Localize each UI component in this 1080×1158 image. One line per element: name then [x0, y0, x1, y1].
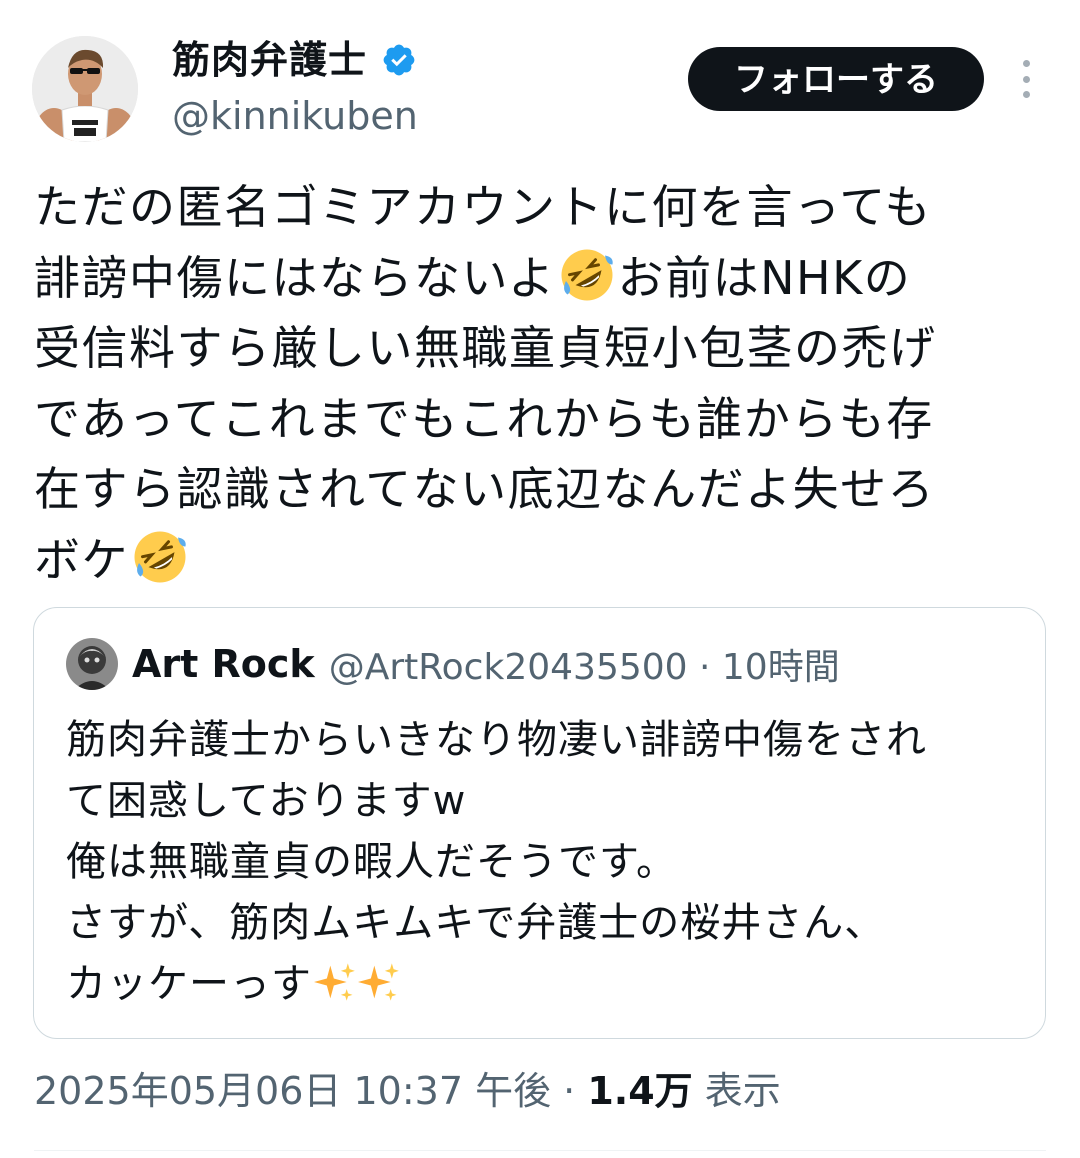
tweet-line: であってこれまでもこれからも誰からも存 — [34, 391, 934, 446]
author-avatar[interactable] — [32, 36, 138, 142]
tweet-line: 誹謗中傷にはならないよ お前はNHKの — [34, 243, 1044, 314]
follow-button[interactable]: フォローする — [688, 47, 984, 111]
quoted-tweet-card[interactable]: Art Rock @ArtRock20435500 · 10時間 筋肉弁護士から… — [33, 607, 1046, 1039]
quoted-author-avatar[interactable] — [66, 638, 118, 690]
sparkles-emoji — [314, 963, 355, 1001]
tweet-line: 受信料すら厳しい無職童貞短小包茎の禿げ — [34, 321, 937, 375]
quote-line: 筋肉弁護士からいきなり物凄い誹謗中傷をされ — [66, 717, 927, 763]
quoted-tweet-header: Art Rock @ArtRock20435500 · 10時間 — [66, 638, 840, 690]
more-vertical-icon[interactable] — [1014, 60, 1038, 98]
verified-badge-icon — [383, 44, 415, 76]
tweet-timestamp[interactable]: 2025年05月06日 10:37 午後 · — [34, 1069, 587, 1113]
quoted-tweet-text: 筋肉弁護士からいきなり物凄い誹謗中傷をされ て困惑しておりますw 俺は無職童貞の… — [66, 710, 1026, 1015]
rolling-on-floor-laughing-emoji — [134, 531, 186, 582]
sparkles-emoji — [358, 963, 399, 1001]
quoted-author-name[interactable]: Art Rock — [132, 642, 315, 686]
views-label: 表示 — [704, 1069, 781, 1113]
quote-line: て困惑しておりますw — [66, 778, 467, 824]
tweet-meta: 2025年05月06日 10:37 午後 · 1.4万 表示 — [34, 1066, 781, 1116]
quote-line: さすが、筋肉ムキムキで弁護士の桜井さん、 — [66, 900, 886, 946]
quote-line: 俺は無職童貞の暇人だそうです。 — [66, 839, 677, 885]
rolling-on-floor-laughing-emoji — [561, 249, 613, 300]
divider — [34, 1150, 1046, 1151]
author-name-text: 筋肉弁護士 — [172, 38, 368, 82]
views-count: 1.4万 — [587, 1069, 693, 1113]
tweet-line: ただの匿名ゴミアカウントに何を言っても — [34, 180, 932, 234]
tweet-line: ボケ — [34, 525, 1044, 596]
author-display-name[interactable]: 筋肉弁護士 — [172, 36, 417, 84]
quoted-author-handle-time: @ArtRock20435500 · 10時間 — [328, 647, 840, 688]
tweet-text: ただの匿名ゴミアカウントに何を言っても 誹謗中傷にはならないよ お前はNHKの 受… — [34, 172, 1044, 595]
quote-line: カッケーっす — [66, 954, 1026, 1015]
author-handle[interactable]: @kinnikuben — [172, 92, 418, 140]
tweet-line: 在すら認識されてない底辺なんだよ失せろ — [34, 462, 936, 516]
